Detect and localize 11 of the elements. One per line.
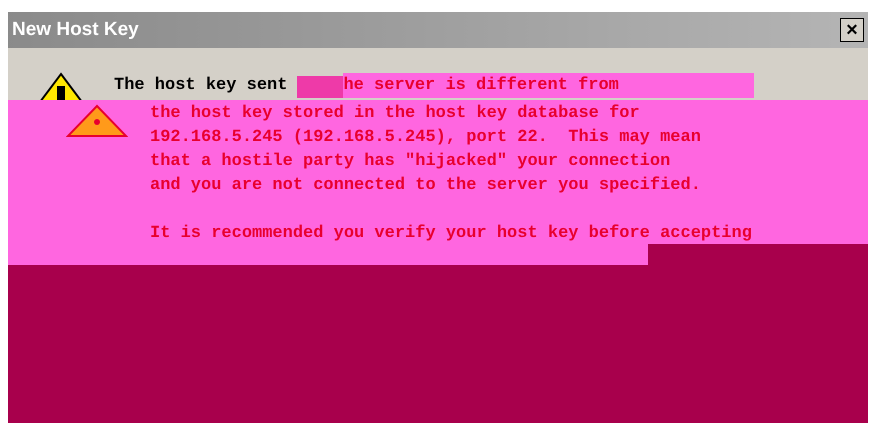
message-text: he server is different from (343, 72, 754, 98)
warning-icon (66, 104, 128, 138)
close-button[interactable]: × (840, 18, 864, 42)
message-text: that a hostile party has "hijacked" your connection (150, 151, 672, 173)
message-text: The host key sent (114, 74, 288, 96)
window-title: New Host Key (12, 18, 139, 42)
message-text: 192.168.5.245 (192.168.5.245), port 22. This may mean (150, 127, 702, 149)
message-text: It is recommended you verify your host key before accepting (150, 223, 752, 245)
message-text: the host key stored in the host key database for (150, 103, 641, 125)
glitch-patch (297, 76, 344, 98)
message-text: and you are not connected to the server you specified. (150, 175, 702, 197)
